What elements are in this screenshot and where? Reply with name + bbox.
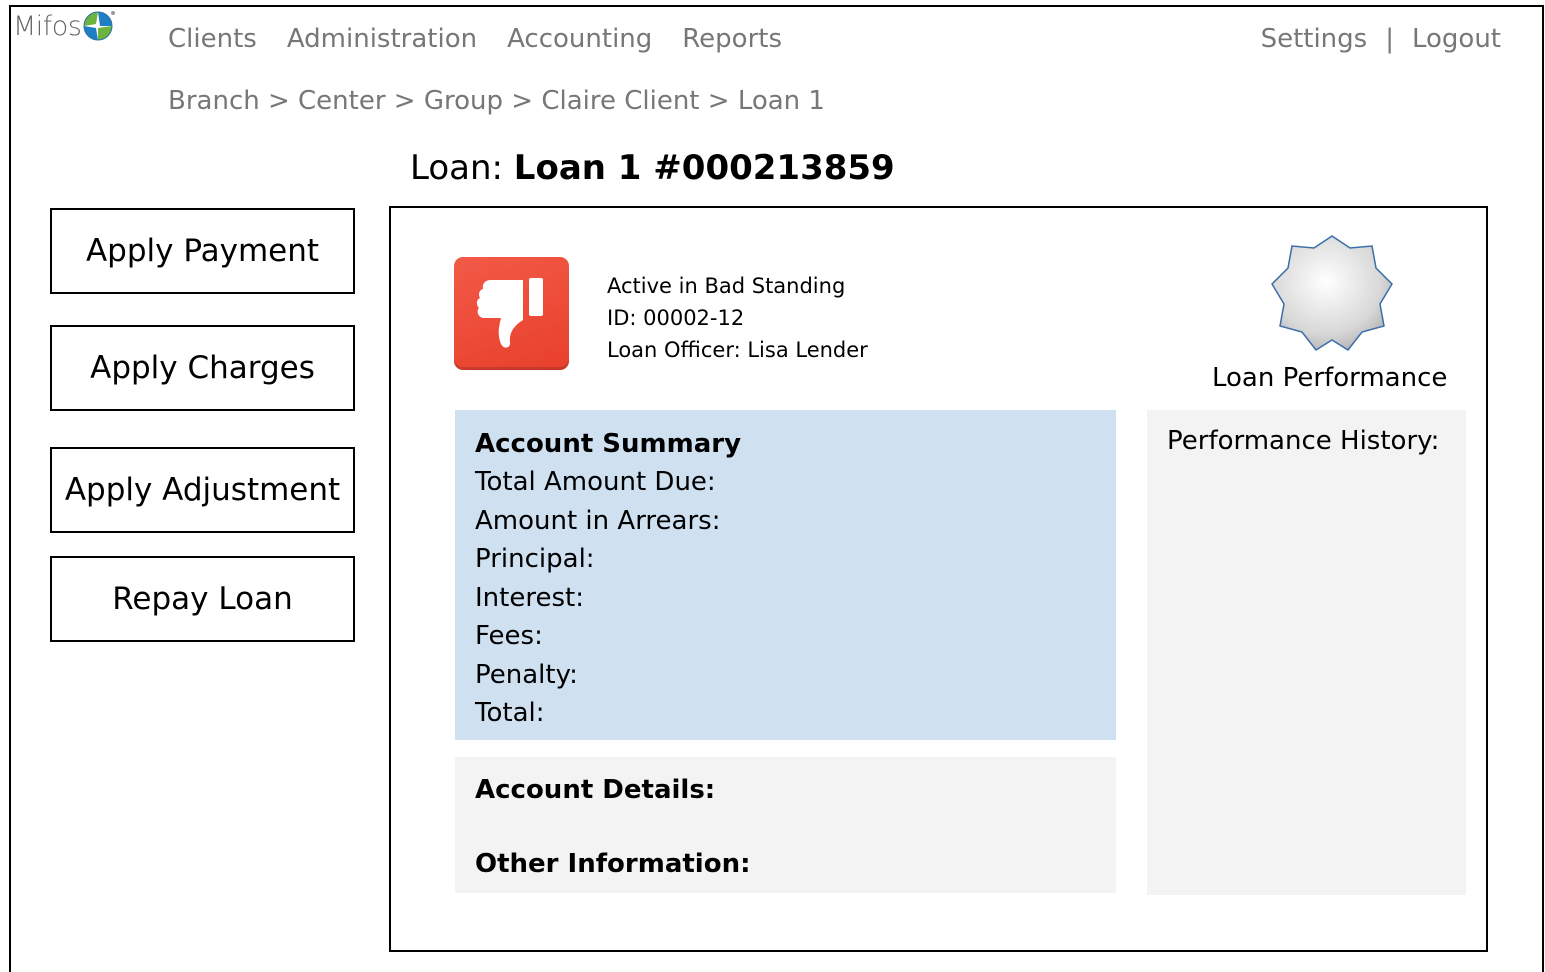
loan-status-info: Active in Bad Standing ID: 00002-12 Loan… <box>607 270 868 366</box>
account-summary: Account Summary Total Amount Due: Amount… <box>455 410 1116 740</box>
mifos-logo[interactable]: Mifos <box>13 11 116 43</box>
settings-link[interactable]: Settings <box>1261 24 1368 54</box>
performance-badge[interactable] <box>1268 232 1396 360</box>
loan-id: ID: 00002-12 <box>607 306 745 330</box>
nav-reports[interactable]: Reports <box>682 24 782 54</box>
account-details-heading: Account Details: <box>475 775 716 805</box>
summary-row: Interest: <box>475 582 584 613</box>
link-separator: | <box>1385 24 1394 54</box>
summary-row: Amount in Arrears: <box>475 505 721 536</box>
main-nav: Clients Administration Accounting Report… <box>168 24 782 54</box>
user-links: Settings | Logout <box>1261 24 1501 54</box>
loan-officer: Loan Officer: Lisa Lender <box>607 338 868 362</box>
apply-payment-button[interactable]: Apply Payment <box>50 208 355 294</box>
summary-row: Total: <box>475 698 545 728</box>
repay-loan-button[interactable]: Repay Loan <box>50 556 355 642</box>
summary-row: Total Amount Due: <box>475 467 716 497</box>
star-badge-icon <box>1271 235 1393 351</box>
loan-state: Active in Bad Standing <box>607 274 846 298</box>
account-summary-heading: Account Summary <box>475 429 742 459</box>
nav-accounting[interactable]: Accounting <box>507 24 652 54</box>
globe-icon <box>83 11 116 41</box>
thumbs-down-icon <box>476 277 543 348</box>
performance-history: Performance History: <box>1147 410 1466 895</box>
account-details: Account Details: Other Information: <box>455 757 1116 893</box>
status-indicator <box>454 257 569 370</box>
loan-name: Loan 1 #000213859 <box>513 148 895 188</box>
summary-row: Fees: <box>475 621 543 651</box>
apply-charges-button[interactable]: Apply Charges <box>50 325 355 411</box>
logo-text: Mifos <box>13 11 82 42</box>
logout-link[interactable]: Logout <box>1412 24 1501 54</box>
performance-history-heading: Performance History: <box>1167 426 1440 456</box>
summary-row: Principal: <box>475 544 595 574</box>
nav-clients[interactable]: Clients <box>168 24 257 54</box>
page-title-prefix: Loan: <box>410 148 514 188</box>
loan-performance-label: Loan Performance <box>1212 363 1448 393</box>
page-title: Loan: Loan 1 #000213859 <box>410 148 895 188</box>
summary-row: Penalty: <box>475 659 578 690</box>
apply-adjustment-button[interactable]: Apply Adjustment <box>50 447 355 533</box>
other-information-heading: Other Information: <box>475 849 751 879</box>
nav-administration[interactable]: Administration <box>287 24 477 54</box>
breadcrumb[interactable]: Branch > Center > Group > Claire Client … <box>168 86 825 116</box>
